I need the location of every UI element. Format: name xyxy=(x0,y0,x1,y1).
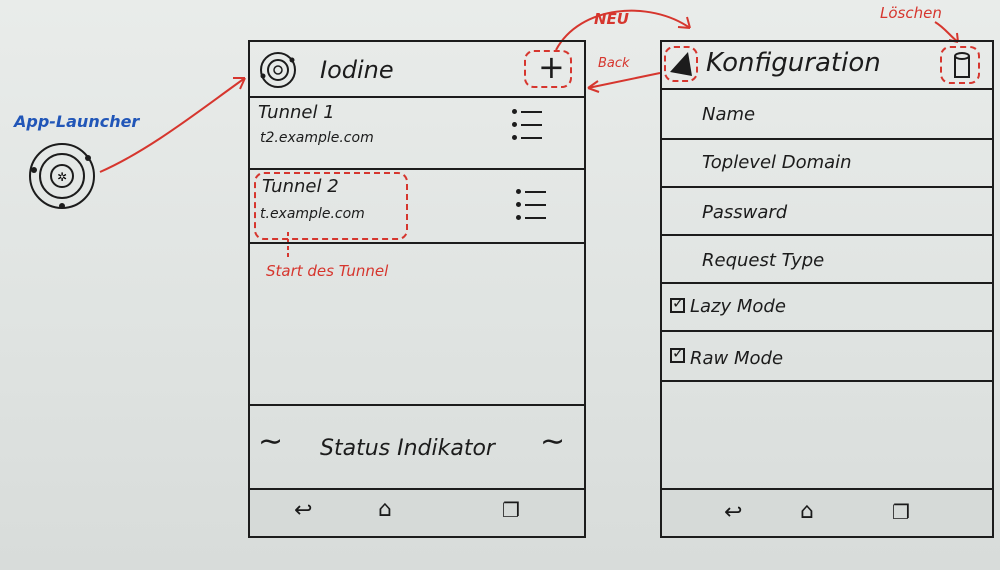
tunnel-name: Tunnel 1 xyxy=(258,102,335,123)
configuration-screen: Konfiguration Name Toplevel Domain Passw… xyxy=(660,40,994,538)
nav-bar: ↩ ⌂ ❐ xyxy=(250,490,584,536)
home-nav-icon[interactable]: ⌂ xyxy=(378,497,392,522)
app-title: Iodine xyxy=(320,56,394,84)
divider xyxy=(662,380,992,382)
recent-apps-nav-icon[interactable]: ❐ xyxy=(502,498,520,522)
delete-button[interactable] xyxy=(940,46,980,84)
launcher-label: App-Launcher xyxy=(14,112,140,131)
plus-icon: + xyxy=(538,48,565,86)
add-tunnel-button[interactable]: + xyxy=(524,48,572,88)
back-nav-icon[interactable]: ↩ xyxy=(724,500,742,525)
back-annotation: Back xyxy=(598,56,630,71)
back-wedge-icon xyxy=(670,52,692,76)
name-field[interactable]: Name xyxy=(702,104,755,125)
home-nav-icon[interactable]: ⌂ xyxy=(800,499,814,524)
tunnel-host: t.example.com xyxy=(260,206,365,222)
config-title: Konfiguration xyxy=(706,48,881,78)
divider xyxy=(662,88,992,90)
iodine-logo-icon xyxy=(260,52,296,88)
tunnel-menu-icon[interactable] xyxy=(512,106,542,142)
status-text: Status Indikator xyxy=(320,436,495,461)
status-indicator: ∼ Status Indikator ∼ xyxy=(250,406,584,488)
back-nav-icon[interactable]: ↩ xyxy=(294,498,312,523)
delete-arrow xyxy=(934,21,959,43)
tunnel-menu-icon[interactable] xyxy=(516,186,546,222)
tunnel-name: Tunnel 2 xyxy=(262,176,339,197)
lazy-mode-checkbox[interactable] xyxy=(670,294,685,313)
back-button[interactable] xyxy=(664,46,698,82)
tunnel-host: t2.example.com xyxy=(260,130,374,146)
svg-text:✲: ✲ xyxy=(57,170,67,184)
trash-icon xyxy=(954,52,970,78)
tilde-icon: ∼ xyxy=(258,424,284,459)
divider xyxy=(662,138,992,140)
divider xyxy=(662,330,992,332)
raw-mode-checkbox[interactable] xyxy=(670,344,685,363)
config-header: Konfiguration xyxy=(662,42,992,88)
app-header: Iodine + xyxy=(250,42,584,96)
tunnel-item[interactable]: Tunnel 1 t2.example.com xyxy=(250,98,584,168)
divider xyxy=(662,282,992,284)
back-arrow xyxy=(587,72,661,89)
tunnel-list-screen: Iodine + Tunnel 1 t2.example.com Tunnel … xyxy=(248,40,586,538)
recent-apps-nav-icon[interactable]: ❐ xyxy=(892,500,910,524)
divider xyxy=(662,234,992,236)
tunnel-item[interactable]: Tunnel 2 t.example.com xyxy=(250,170,584,242)
new-annotation: NEU xyxy=(594,10,629,28)
launcher-icon: ✲ xyxy=(29,143,95,209)
app-launcher[interactable]: ✲ xyxy=(26,140,98,212)
tilde-icon: ∼ xyxy=(540,424,566,459)
divider xyxy=(662,186,992,188)
divider xyxy=(250,242,584,244)
delete-annotation: Löschen xyxy=(880,4,942,22)
request-type-field[interactable]: Request Type xyxy=(702,250,824,271)
nav-bar: ↩ ⌂ ❐ xyxy=(662,490,992,536)
lazy-mode-label: Lazy Mode xyxy=(690,296,786,317)
raw-mode-label: Raw Mode xyxy=(690,348,784,369)
password-field[interactable]: Passward xyxy=(702,202,787,223)
toplevel-domain-field[interactable]: Toplevel Domain xyxy=(702,152,852,173)
